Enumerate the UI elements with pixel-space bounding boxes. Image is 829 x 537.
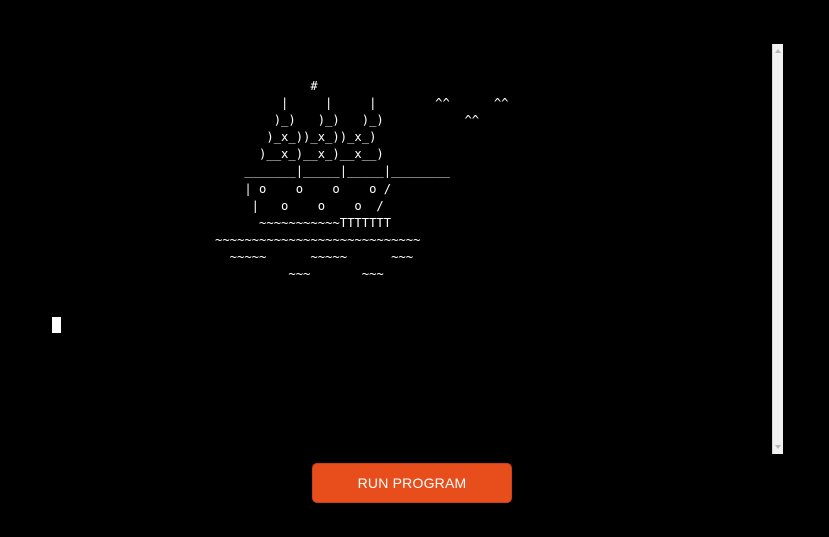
program-screen: # | | | ^^ ^^ )_) )_) )_) ^^ )_x_))_x_))… — [0, 0, 829, 537]
scroll-down-arrow-icon[interactable] — [775, 445, 781, 449]
run-program-button[interactable]: RUN PROGRAM — [312, 463, 512, 503]
ascii-ship-art: # | | | ^^ ^^ )_) )_) )_) ^^ )_x_))_x_))… — [215, 79, 509, 282]
terminal-output-area[interactable]: # | | | ^^ ^^ )_) )_) )_) ^^ )_x_))_x_))… — [0, 0, 770, 455]
terminal-scrollbar[interactable] — [772, 44, 783, 454]
text-cursor — [52, 317, 61, 333]
scroll-up-arrow-icon[interactable] — [775, 49, 781, 53]
